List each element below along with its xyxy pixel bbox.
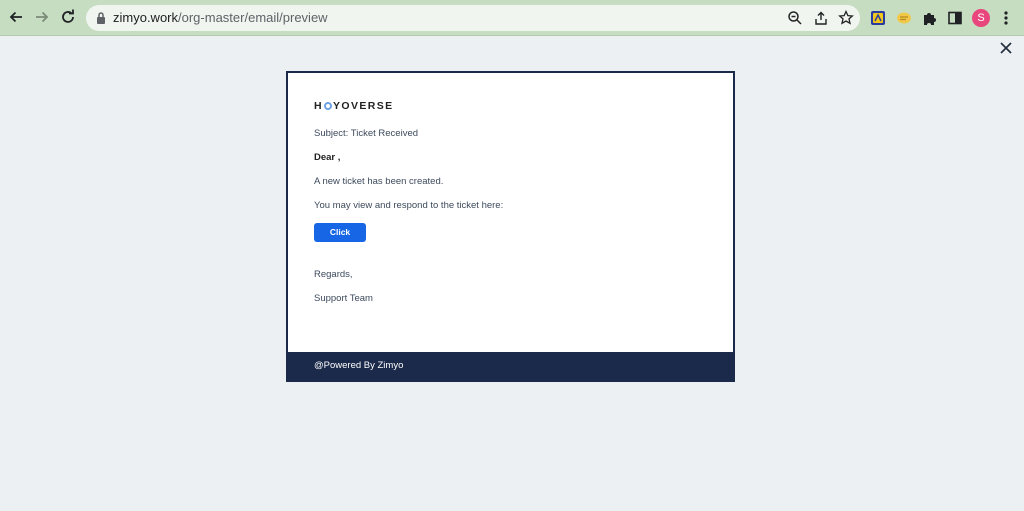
email-regards: Regards, xyxy=(314,269,353,280)
side-panel-button[interactable] xyxy=(946,9,964,27)
extension-button-2[interactable] xyxy=(895,9,913,27)
email-body-line-2: You may view and respond to the ticket h… xyxy=(314,200,504,211)
puzzle-icon xyxy=(924,13,936,25)
email-subject: Subject: Ticket Received xyxy=(314,128,419,139)
url-text[interactable]: zimyo.work/org-master/email/preview xyxy=(113,10,328,25)
bookmark-star-icon[interactable] xyxy=(838,10,854,26)
reload-button[interactable] xyxy=(57,6,79,28)
address-bar[interactable]: zimyo.work/org-master/email/preview xyxy=(86,5,860,31)
email-preview-card: H YOVERSE Subject: Ticket Received Dear ,… xyxy=(286,71,735,382)
reload-icon xyxy=(62,9,74,23)
extension-icon xyxy=(897,12,911,24)
lock-icon xyxy=(97,12,105,24)
close-preview-button[interactable] xyxy=(998,40,1014,56)
back-button[interactable] xyxy=(5,6,27,28)
forward-button[interactable] xyxy=(31,6,53,28)
email-greeting: Dear , xyxy=(314,152,341,163)
close-icon xyxy=(1000,42,1012,54)
hoyoverse-logo: H YOVERSE xyxy=(314,100,394,112)
back-arrow-icon xyxy=(9,11,22,23)
email-body-line-1: A new ticket has been created. xyxy=(314,176,444,187)
extension-icon xyxy=(871,11,885,25)
zoom-icon[interactable] xyxy=(787,10,803,26)
url-host: zimyo.work xyxy=(113,10,179,25)
share-icon[interactable] xyxy=(813,10,829,26)
extensions-menu-button[interactable] xyxy=(920,9,938,27)
side-panel-icon xyxy=(948,11,962,25)
click-button[interactable]: Click xyxy=(314,223,366,242)
logo-suffix: YOVERSE xyxy=(332,100,394,112)
profile-avatar[interactable]: S xyxy=(972,9,990,27)
email-footer: @Powered By Zimyo xyxy=(288,352,733,380)
logo-ring-icon xyxy=(323,102,332,110)
url-path: /org-master/email/preview xyxy=(178,10,328,25)
browser-toolbar: zimyo.work/org-master/email/preview S xyxy=(0,0,1024,36)
kebab-menu-icon[interactable] xyxy=(1000,9,1012,27)
email-signature: Support Team xyxy=(314,293,373,304)
powered-by-text: @Powered By Zimyo xyxy=(314,360,404,371)
forward-arrow-icon xyxy=(36,11,49,23)
extension-button[interactable] xyxy=(869,9,887,27)
logo-prefix: H xyxy=(314,100,323,112)
